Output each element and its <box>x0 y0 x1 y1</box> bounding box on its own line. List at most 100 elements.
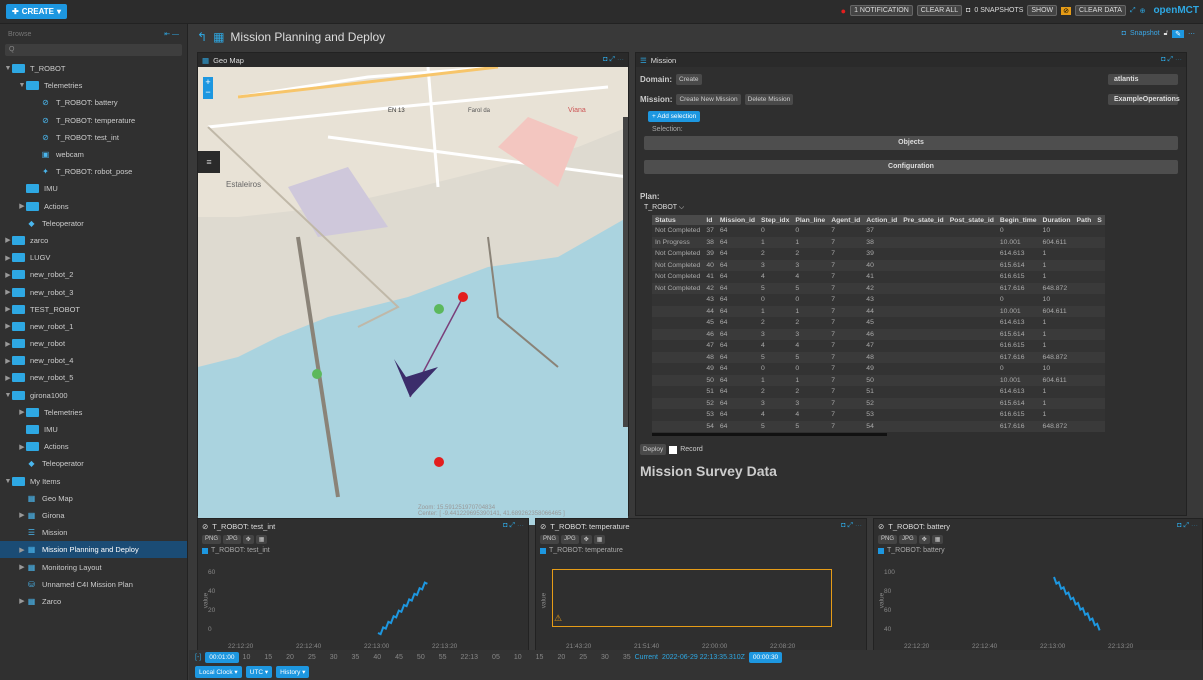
sidebar-item-test-robot[interactable]: ▶ TEST_ROBOT <box>0 301 187 318</box>
plot-area[interactable]: ⚠ value <box>536 569 866 639</box>
notification-button[interactable]: 1 NOTIFICATION <box>850 5 913 16</box>
clear-all-button[interactable]: CLEAR ALL <box>916 5 963 16</box>
sidebar-item-t-robot[interactable]: ▼ T_ROBOT <box>0 60 187 77</box>
start-offset[interactable]: 00:01:00 <box>205 652 239 663</box>
expand-arrow-icon[interactable]: ▶ <box>4 322 12 330</box>
expand-arrow-icon[interactable]: ▶ <box>18 546 26 554</box>
table-row[interactable]: 47 64 4 4 7 47 616.615 1 <box>652 340 1105 352</box>
table-row[interactable]: 44 64 1 1 7 44 10.001 604.611 <box>652 305 1105 317</box>
pane-controls[interactable]: ◘ ⤢ ⋯ <box>1177 522 1198 530</box>
table-row[interactable]: 51 64 2 2 7 51 614.613 1 <box>652 386 1105 398</box>
expand-arrow-icon[interactable]: ▼ <box>4 65 12 72</box>
column-header[interactable]: Agent_id <box>828 215 864 225</box>
sidebar-item-t-robot-robot-pose[interactable]: ✦ T_ROBOT: robot_pose <box>0 163 187 180</box>
sidebar-item-new-robot-5[interactable]: ▶ new_robot_5 <box>0 369 187 386</box>
end-offset[interactable]: 00:00:30 <box>748 652 783 663</box>
column-header[interactable]: Action_id <box>863 215 901 225</box>
sidebar-item-girona[interactable]: ▶ ▦ Girona <box>0 507 187 524</box>
domain-create-button[interactable]: Create <box>676 73 702 85</box>
sidebar-item-new-robot[interactable]: ▶ new_robot <box>0 335 187 352</box>
lock-icon[interactable]: 🔓︎ <box>1164 30 1169 38</box>
sidebar-item-teleoperator[interactable]: ◆ Teleoperator <box>0 455 187 472</box>
table-row[interactable]: 52 64 3 3 7 52 615.614 1 <box>652 397 1105 409</box>
sidebar-item-teleoperator[interactable]: ◆ Teleoperator <box>0 215 187 232</box>
record-checkbox[interactable] <box>669 445 678 454</box>
sidebar-item-geo-map[interactable]: ▦ Geo Map <box>0 490 187 507</box>
expand-arrow-icon[interactable]: ▼ <box>18 82 26 89</box>
expand-arrow-icon[interactable]: ▶ <box>4 374 12 382</box>
plan-robot-select[interactable]: T_ROBOT ⌵ <box>644 204 1178 212</box>
expand-arrow-icon[interactable]: ▶ <box>18 563 26 571</box>
sidebar-item-mission-planning-and-deploy[interactable]: ▶ ▦ Mission Planning and Deploy <box>0 541 187 559</box>
table-row[interactable]: 45 64 2 2 7 45 614.613 1 <box>652 317 1105 329</box>
table-row[interactable]: 48 64 5 5 7 48 617.616 648.872 <box>652 351 1105 363</box>
table-row[interactable]: Not Completed 40 64 3 3 7 40 615.614 1 <box>652 259 1105 271</box>
sidebar-item-imu[interactable]: IMU <box>0 180 187 197</box>
grid-icon[interactable]: ▦ <box>593 535 606 544</box>
sidebar-item-webcam[interactable]: ▣ webcam <box>0 146 187 163</box>
back-icon[interactable]: ↰ <box>197 30 207 44</box>
create-button[interactable]: ✚ CREATE ▾ <box>6 4 68 19</box>
column-header[interactable]: S <box>1094 215 1105 225</box>
sidebar-item-t-robot-battery[interactable]: ⊘ T_ROBOT: battery <box>0 94 187 111</box>
table-row[interactable]: 50 64 1 1 7 50 10.001 604.611 <box>652 374 1105 386</box>
cursor-guide-icon[interactable]: ✥ <box>242 535 254 544</box>
plot-legend[interactable]: T_ROBOT: temperature <box>536 546 866 555</box>
sidebar-item-new-robot-4[interactable]: ▶ new_robot_4 <box>0 352 187 369</box>
sidebar-item-telemetries[interactable]: ▼ Telemetries <box>0 77 187 94</box>
sidebar-item-my-items[interactable]: ▼ My Items <box>0 473 187 490</box>
export-jpg-button[interactable]: JPG <box>899 535 917 544</box>
expand-arrow-icon[interactable]: ▶ <box>18 443 26 451</box>
license-icon[interactable]: ⊕ <box>1140 7 1146 15</box>
expand-arrow-icon[interactable]: ▶ <box>4 340 12 348</box>
cursor-guide-icon[interactable]: ✥ <box>580 535 592 544</box>
domain-select[interactable]: atlantis <box>1108 73 1178 85</box>
clock-select[interactable]: Local Clock ▾ <box>195 666 242 678</box>
column-header[interactable]: Path <box>1073 215 1095 225</box>
time-mode-icon[interactable]: [-] <box>195 654 201 661</box>
table-row[interactable]: 46 64 3 3 7 46 615.614 1 <box>652 328 1105 340</box>
show-snapshots-button[interactable]: SHOW <box>1027 5 1058 16</box>
sidebar-item-mission[interactable]: ☰ Mission <box>0 524 187 541</box>
delete-mission-button[interactable]: Delete Mission <box>744 93 794 105</box>
time-axis[interactable]: 10 15 20 25 30 35 40 45 50 55 22:13 05 10 15 20 25 30 35 <box>243 654 631 661</box>
sidebar-item-unnamed-c4i-mission-plan[interactable]: ⛁ Unnamed C4I Mission Plan <box>0 576 187 593</box>
expand-arrow-icon[interactable]: ▶ <box>4 254 12 262</box>
deploy-button[interactable]: Deploy <box>640 444 667 455</box>
column-header[interactable]: Mission_id <box>716 215 759 225</box>
expand-arrow-icon[interactable]: ▶ <box>4 288 12 296</box>
plot-area[interactable]: 100 80 60 40 value <box>874 569 1202 639</box>
timezone-select[interactable]: UTC ▾ <box>245 666 273 678</box>
column-header[interactable]: Post_state_id <box>946 215 997 225</box>
column-header[interactable]: Plan_line <box>792 215 829 225</box>
grid-icon[interactable]: ▦ <box>931 535 944 544</box>
expand-arrow-icon[interactable]: ▶ <box>18 202 26 210</box>
export-png-button[interactable]: PNG <box>878 535 898 544</box>
expand-arrow-icon[interactable]: ▶ <box>4 271 12 279</box>
sidebar-item-lugv[interactable]: ▶ LUGV <box>0 249 187 266</box>
pane-controls[interactable]: ◘ ⤢ ⋯ <box>1161 56 1182 64</box>
sidebar-item-monitoring-layout[interactable]: ▶ ▦ Monitoring Layout <box>0 558 187 575</box>
collapse-sidebar-icon[interactable]: ⇤ — <box>164 30 179 38</box>
target-marker[interactable] <box>434 457 444 467</box>
clear-data-button[interactable]: CLEAR DATA <box>1075 5 1126 16</box>
table-row[interactable]: 54 64 5 5 7 54 617.616 648.872 <box>652 420 1105 432</box>
table-row[interactable]: 49 64 0 0 7 49 0 10 <box>652 363 1105 375</box>
search-input[interactable]: Q <box>5 44 182 56</box>
sidebar-item-actions[interactable]: ▶ Actions <box>0 438 187 455</box>
sidebar-item-girona1000[interactable]: ▼ girona1000 <box>0 387 187 404</box>
zoom-in-button[interactable]: + <box>203 77 213 87</box>
sidebar-item-t-robot-temperature[interactable]: ⊘ T_ROBOT: temperature <box>0 112 187 129</box>
table-row[interactable]: Not Completed 39 64 2 2 7 39 614.613 1 <box>652 248 1105 260</box>
sidebar-item-zarco[interactable]: ▶ ▦ Zarco <box>0 593 187 610</box>
create-mission-button[interactable]: Create New Mission <box>676 93 741 105</box>
expand-arrow-icon[interactable]: ▶ <box>4 305 12 313</box>
map-scrollbar[interactable] <box>623 117 628 427</box>
expand-arrow-icon[interactable]: ▼ <box>4 392 12 399</box>
pane-controls[interactable]: ◘ ⤢ ⋯ <box>841 522 862 530</box>
expand-arrow-icon[interactable]: ▶ <box>4 236 12 244</box>
snapshot-menu[interactable]: ◘ Snapshot 🔓︎ ✎ ⋯ <box>1122 30 1195 38</box>
sidebar-item-actions[interactable]: ▶ Actions <box>0 198 187 215</box>
column-header[interactable]: Pre_state_id <box>900 215 947 225</box>
map-canvas[interactable]: Estaleiros Farol da Viana EN 13 + − ≡ Zoo… <box>198 67 628 525</box>
